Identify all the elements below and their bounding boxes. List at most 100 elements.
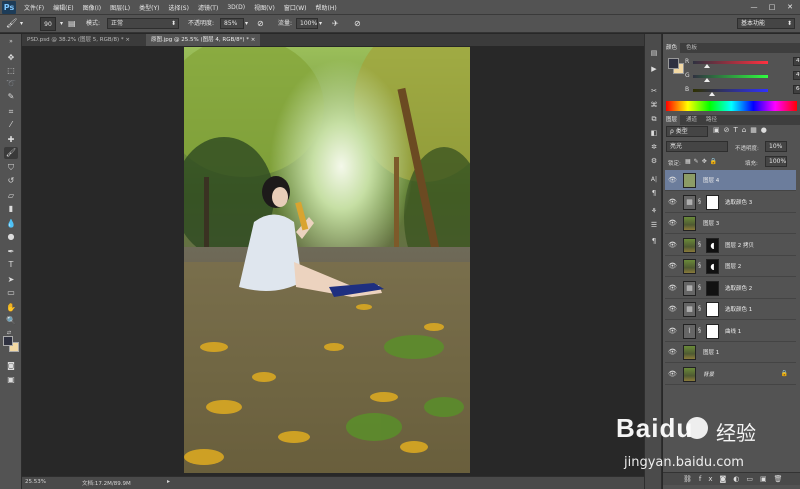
menu-view[interactable]: 视图(V)	[254, 3, 275, 12]
lasso-tool-icon[interactable]: ➰	[4, 78, 18, 90]
eraser-tool-icon[interactable]: ▱	[4, 190, 18, 202]
visibility-eye-icon[interactable]: 👁	[668, 305, 677, 313]
layer-mask[interactable]	[706, 280, 719, 296]
layer-name[interactable]: 背景	[703, 370, 714, 378]
blur-tool-icon[interactable]: 💧	[4, 218, 18, 230]
red-value[interactable]: 47	[793, 57, 800, 66]
paragraph-styles-icon[interactable]: ¶	[648, 236, 660, 247]
lock-icons[interactable]: ▦✎✥🔒	[685, 158, 720, 165]
healing-tool-icon[interactable]: ✚	[4, 134, 18, 146]
brush-presets-icon[interactable]: ⌘	[648, 100, 660, 111]
info-icon[interactable]: ✲	[648, 142, 660, 153]
shape-tool-icon[interactable]: ▭	[4, 287, 18, 299]
layer-mask[interactable]: ◖	[706, 237, 719, 253]
layer-filter-select[interactable]: ρ 类型	[666, 126, 708, 137]
layer-row[interactable]: 👁 图层 3	[665, 213, 796, 234]
blue-value[interactable]: 64	[793, 85, 800, 94]
minimize-button[interactable]: —	[748, 2, 760, 12]
brush-tool-icon[interactable]: 🖌	[4, 147, 18, 159]
gradient-tool-icon[interactable]: ▮	[4, 203, 18, 215]
chain-link-icon[interactable]: §	[698, 305, 701, 312]
menu-file[interactable]: 文件(F)	[24, 3, 44, 12]
zoom-tool-icon[interactable]: 🔍	[4, 315, 18, 327]
actions-icon[interactable]: ▶	[648, 64, 660, 75]
layer-mask[interactable]: ◖	[706, 259, 719, 274]
layer-name[interactable]: 图层 2	[725, 262, 741, 270]
hand-tool-icon[interactable]: ✋	[4, 302, 18, 314]
maximize-button[interactable]: □	[766, 2, 778, 12]
layer-mask[interactable]	[706, 194, 719, 210]
tab-swatches[interactable]: 色板	[683, 43, 700, 53]
zoom-level[interactable]: 25.53%	[25, 479, 46, 485]
status-arrow-icon[interactable]: ▸	[167, 478, 170, 485]
flow-input[interactable]: 100%	[296, 18, 318, 29]
slider-thumb[interactable]	[708, 92, 715, 96]
menu-window[interactable]: 窗口(W)	[284, 3, 307, 12]
visibility-eye-icon[interactable]: 👁	[668, 176, 677, 184]
layer-name[interactable]: 图层 4	[703, 176, 719, 184]
layer-row[interactable]: 👁 ▦ § 选取颜色 3	[665, 191, 796, 213]
history-brush-tool-icon[interactable]: ↺	[4, 175, 18, 187]
layer-row[interactable]: 👁 ▦ § 选取颜色 2	[665, 277, 796, 299]
brush-dropdown-icon[interactable]: ▾	[60, 18, 63, 30]
foreground-color-swatch[interactable]	[3, 336, 13, 346]
blend-mode-select[interactable]: 亮光	[666, 141, 728, 152]
visibility-eye-icon[interactable]: 👁	[668, 327, 677, 335]
flow-dropdown-icon[interactable]: ▾	[319, 18, 322, 30]
green-track[interactable]	[693, 75, 768, 82]
layer-row[interactable]: 👁 图层 1	[665, 342, 796, 363]
layer-name[interactable]: 图层 3	[703, 219, 719, 227]
navigator-icon[interactable]: ⚙	[648, 156, 660, 167]
close-icon[interactable]: ×	[125, 37, 130, 43]
visibility-eye-icon[interactable]: 👁	[668, 262, 677, 270]
close-icon[interactable]: ×	[251, 37, 256, 43]
visibility-eye-icon[interactable]: 👁	[668, 198, 677, 206]
color-spectrum[interactable]	[666, 101, 797, 111]
layer-row[interactable]: 👁 ▦ § 选取颜色 1	[665, 299, 796, 320]
tab-layers[interactable]: 图层	[663, 115, 681, 125]
chain-link-icon[interactable]: §	[698, 327, 701, 334]
opacity-input[interactable]: 85%	[220, 18, 244, 29]
layer-mask[interactable]	[706, 323, 719, 339]
menu-edit[interactable]: 编辑(E)	[53, 3, 73, 12]
layer-row[interactable]: 👁 ⌇ § 曲线 1	[665, 320, 796, 342]
stamp-tool-icon[interactable]: ⛉	[4, 162, 18, 174]
slider-thumb[interactable]	[703, 64, 710, 68]
crop-tool-icon[interactable]: ⌗	[4, 106, 18, 118]
tab-channels[interactable]: 通道	[683, 115, 700, 125]
chain-link-icon[interactable]: §	[698, 241, 701, 248]
brush-panel-icon[interactable]: ▤	[68, 18, 76, 30]
opacity-dropdown-icon[interactable]: ▾	[245, 18, 248, 30]
collapse-icon[interactable]: »	[4, 36, 18, 48]
layer-row[interactable]: 👁 背景 🔒	[665, 363, 796, 385]
layer-name[interactable]: 曲线 1	[725, 327, 741, 335]
styles-icon[interactable]: ◧	[648, 128, 660, 139]
type-tool-icon[interactable]: T	[4, 259, 18, 271]
clone-source-icon[interactable]: ⚘	[648, 206, 660, 217]
dodge-tool-icon[interactable]: ●	[4, 231, 18, 243]
move-tool-icon[interactable]: ✥	[4, 52, 18, 64]
character-icon[interactable]: A|	[648, 174, 660, 185]
layer-name[interactable]: 选取颜色 3	[725, 198, 752, 206]
tab-paths[interactable]: 路径	[703, 115, 720, 125]
quick-mask-icon[interactable]: ◙	[4, 360, 18, 372]
visibility-eye-icon[interactable]: 👁	[668, 241, 677, 249]
document-image[interactable]	[184, 47, 470, 473]
screen-mode-icon[interactable]: ▣	[4, 374, 18, 386]
layer-filter-icons[interactable]: ▣⊘T⌂▦●	[713, 126, 771, 134]
menu-select[interactable]: 选择(S)	[168, 3, 189, 12]
red-track[interactable]	[693, 61, 768, 68]
layer-name[interactable]: 图层 1	[703, 348, 719, 356]
properties-icon[interactable]: ☰	[648, 220, 660, 231]
tab-original[interactable]: 原图.jpg @ 25.5% (图层 4, RGB/8*) * ×	[146, 34, 261, 46]
menu-help[interactable]: 帮助(H)	[316, 3, 337, 12]
layer-name[interactable]: 选取颜色 1	[725, 305, 752, 313]
eyedropper-tool-icon[interactable]: ⁄	[4, 119, 18, 131]
fill-input[interactable]: 100%	[765, 156, 787, 167]
layer-opacity-input[interactable]: 10%	[765, 141, 787, 152]
adjustments-icon[interactable]: ⧉	[648, 114, 660, 125]
chain-link-icon[interactable]: §	[698, 262, 701, 269]
airbrush-icon[interactable]: ✈	[332, 18, 339, 30]
menu-type[interactable]: 类型(Y)	[139, 3, 159, 12]
menu-image[interactable]: 图像(I)	[83, 3, 101, 12]
